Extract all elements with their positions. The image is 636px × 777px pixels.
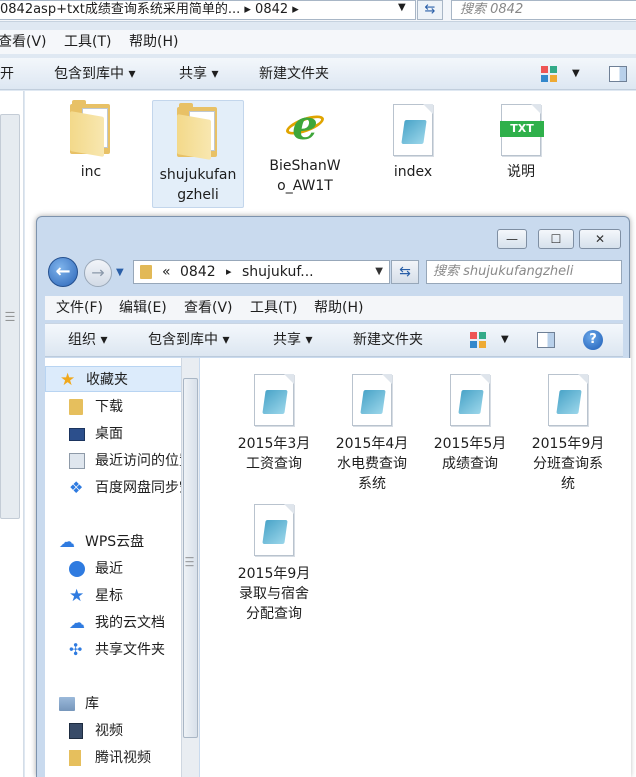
library-icon bbox=[59, 697, 75, 711]
back-search-input[interactable]: 搜索 0842 bbox=[451, 0, 636, 20]
new-folder-button[interactable]: 新建文件夹 bbox=[353, 324, 423, 356]
document-icon bbox=[450, 374, 490, 426]
file-label: 2015年9月 录取与宿舍 分配查询 bbox=[237, 566, 311, 622]
file-label: 2015年3月 工资查询 bbox=[237, 436, 311, 472]
close-button[interactable]: ✕ bbox=[579, 229, 621, 249]
back-item-shujukufangzheli[interactable]: shujukufangzheli bbox=[152, 100, 244, 208]
file-label: 2015年4月 水电费查询 系统 bbox=[335, 436, 409, 492]
navigation-pane: ★ 收藏夹 下载 桌面 最近访问的位置 ❖ 百度网盘同步空间 ☁ WPS云盘 最… bbox=[45, 358, 199, 777]
back-menu-help[interactable]: 帮助(H) bbox=[129, 30, 178, 54]
back-share-button[interactable]: 共享 ▾ bbox=[179, 58, 218, 90]
address-bar[interactable]: « 0842 ▸ shujukuf... ▼ bbox=[133, 260, 390, 284]
file-label: 2015年5月 成绩查询 bbox=[433, 436, 507, 472]
preview-pane-icon[interactable] bbox=[537, 332, 555, 348]
search-input[interactable]: 搜索 shujukufangzheli bbox=[426, 260, 622, 284]
back-refresh-icon[interactable]: ⇆ bbox=[417, 0, 443, 20]
desktop-icon bbox=[69, 428, 85, 441]
recent-places-icon bbox=[69, 453, 85, 469]
back-arrow-icon[interactable]: ← bbox=[48, 257, 78, 287]
nav-scrollbar[interactable]: — — — bbox=[181, 358, 199, 777]
document-icon bbox=[254, 374, 294, 426]
back-address-dropdown-icon[interactable]: ▼ bbox=[398, 2, 406, 13]
back-item-inc[interactable]: inc bbox=[48, 100, 134, 206]
back-menu-tools[interactable]: 工具(T) bbox=[64, 30, 111, 54]
breadcrumb-shujukuf[interactable]: shujukuf... bbox=[242, 261, 314, 283]
back-toolbar: 打开 包含到库中 ▾ 共享 ▾ 新建文件夹 ▼ bbox=[0, 58, 636, 90]
preview-pane-icon[interactable] bbox=[609, 66, 627, 82]
address-dropdown-icon[interactable]: ▼ bbox=[375, 261, 383, 283]
view-options-icon[interactable] bbox=[541, 66, 557, 82]
forward-arrow-icon[interactable]: → bbox=[84, 259, 112, 287]
file-item[interactable]: 2015年4月 水电费查询 系统 bbox=[326, 374, 418, 494]
document-icon bbox=[254, 504, 294, 556]
menu-view[interactable]: 查看(V) bbox=[184, 296, 233, 320]
cloud-icon: ☁ bbox=[59, 532, 75, 551]
share-button[interactable]: 共享 ▾ bbox=[273, 324, 312, 356]
organize-button[interactable]: 组织 ▾ bbox=[68, 324, 107, 356]
file-item[interactable]: 2015年3月 工资查询 bbox=[228, 374, 320, 474]
downloads-folder-icon bbox=[69, 399, 83, 415]
view-options-icon[interactable] bbox=[470, 332, 486, 348]
folder-icon bbox=[140, 265, 152, 279]
star-icon: ★ bbox=[69, 586, 85, 606]
back-address-text: 0842asp+txt成绩查询系统采用简单的... ▸ 0842 ▸ bbox=[0, 2, 299, 17]
file-list: 2015年3月 工资查询 2015年4月 水电费查询 系统 2015年5月 成绩… bbox=[200, 358, 631, 777]
back-item-index[interactable]: index bbox=[370, 100, 456, 206]
view-dropdown-icon[interactable]: ▼ bbox=[572, 58, 580, 90]
back-new-folder-button[interactable]: 新建文件夹 bbox=[259, 58, 329, 90]
menu-tools[interactable]: 工具(T) bbox=[250, 296, 297, 320]
recent-pages-dropdown-icon[interactable]: ▼ bbox=[116, 267, 124, 278]
minimize-button[interactable]: — bbox=[497, 229, 527, 249]
file-label: 2015年9月 分班查询系 统 bbox=[531, 436, 605, 492]
breadcrumb-separator-icon[interactable]: ▸ bbox=[226, 261, 232, 283]
file-item[interactable]: 2015年9月 分班查询系 统 bbox=[522, 374, 614, 494]
maximize-button[interactable]: ☐ bbox=[538, 229, 574, 249]
breadcrumb-overflow[interactable]: « bbox=[162, 261, 171, 283]
folder-icon bbox=[70, 100, 112, 157]
folder-icon bbox=[69, 750, 81, 766]
clock-icon bbox=[69, 561, 85, 577]
file-item[interactable]: 2015年9月 录取与宿舍 分配查询 bbox=[228, 504, 320, 624]
share-icon: ✣ bbox=[69, 640, 83, 659]
menu-edit[interactable]: 编辑(E) bbox=[119, 296, 167, 320]
refresh-icon[interactable]: ⇆ bbox=[391, 260, 419, 284]
back-menu-bar: 查看(V) 工具(T) 帮助(H) bbox=[0, 30, 636, 54]
folder-icon bbox=[177, 103, 219, 160]
scroll-grip-icon: — — — bbox=[185, 553, 194, 571]
back-menu-view[interactable]: 查看(V) bbox=[0, 30, 47, 54]
ie-html-icon: e bbox=[283, 100, 327, 150]
scroll-grip-icon: — — — bbox=[5, 307, 15, 326]
cloud-icon: ☁ bbox=[69, 613, 85, 632]
video-library-icon bbox=[69, 723, 83, 739]
back-item-bieshanwo[interactable]: e BieShanWo_AW1T bbox=[262, 100, 348, 206]
star-icon: ★ bbox=[60, 370, 76, 390]
menu-bar: 文件(F) 编辑(E) 查看(V) 工具(T) 帮助(H) bbox=[45, 296, 623, 320]
explorer-window: — ☐ ✕ ← → ▼ « 0842 ▸ shujukuf... ▼ ⇆ 搜索 … bbox=[36, 216, 631, 777]
back-item-readme[interactable]: TXT 说明 bbox=[478, 100, 564, 206]
toolbar: 组织 ▾ 包含到库中 ▾ 共享 ▾ 新建文件夹 ▼ ? bbox=[45, 323, 623, 357]
baidu-netdisk-icon: ❖ bbox=[69, 478, 84, 497]
document-icon bbox=[352, 374, 392, 426]
menu-help[interactable]: 帮助(H) bbox=[314, 296, 363, 320]
document-icon bbox=[548, 374, 588, 426]
back-include-library-button[interactable]: 包含到库中 ▾ bbox=[54, 58, 135, 90]
back-open-button[interactable]: 打开 bbox=[0, 58, 14, 90]
back-address-bar: 0842asp+txt成绩查询系统采用简单的... ▸ 0842 ▸ ▼ ⇆ 搜… bbox=[0, 0, 636, 22]
menu-file[interactable]: 文件(F) bbox=[56, 296, 103, 320]
include-library-button[interactable]: 包含到库中 ▾ bbox=[148, 324, 229, 356]
view-dropdown-icon[interactable]: ▼ bbox=[501, 324, 509, 356]
back-nav-scrollbar[interactable]: — — — bbox=[0, 114, 20, 519]
nav-favorites[interactable]: ★ 收藏夹 bbox=[45, 366, 187, 392]
txt-file-icon: TXT bbox=[500, 104, 544, 156]
document-icon bbox=[393, 104, 433, 156]
breadcrumb-0842[interactable]: 0842 bbox=[180, 261, 216, 283]
help-icon[interactable]: ? bbox=[583, 330, 603, 350]
file-item[interactable]: 2015年5月 成绩查询 bbox=[424, 374, 516, 474]
back-address-field[interactable]: 0842asp+txt成绩查询系统采用简单的... ▸ 0842 ▸ bbox=[0, 0, 416, 20]
